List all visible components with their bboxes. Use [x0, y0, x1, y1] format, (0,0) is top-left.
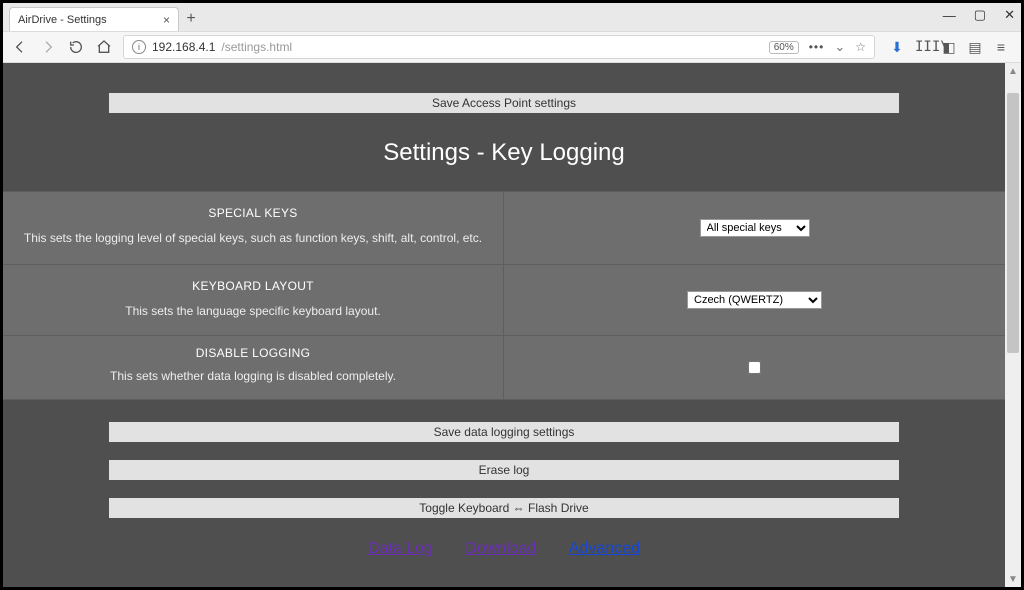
sidebar-icon[interactable]: ◧ — [941, 39, 957, 56]
scroll-up-icon[interactable]: ▲ — [1005, 63, 1021, 79]
save-logging-button[interactable]: Save data logging settings — [109, 422, 899, 442]
disable-desc: This sets whether data logging is disabl… — [23, 368, 483, 384]
link-download[interactable]: Download — [465, 540, 536, 557]
link-data-log[interactable]: Data Log — [368, 540, 433, 557]
download-icon[interactable]: ⬇ — [889, 39, 905, 56]
window-controls: — ▢ ✕ — [943, 7, 1015, 23]
reload-button[interactable] — [67, 38, 85, 56]
tab-title: AirDrive - Settings — [18, 14, 107, 26]
row-special-keys: SPECIAL KEYS This sets the logging level… — [3, 191, 1005, 264]
row-keyboard-layout: KEYBOARD LAYOUT This sets the language s… — [3, 264, 1005, 335]
save-access-point-button[interactable]: Save Access Point settings — [109, 93, 899, 113]
page-actions-icon[interactable]: ••• — [809, 40, 825, 54]
special-keys-header: SPECIAL KEYS — [23, 206, 483, 220]
zoom-level[interactable]: 60% — [769, 41, 799, 54]
scrollbar-thumb[interactable] — [1007, 93, 1019, 353]
pocket-icon[interactable]: ⌄ — [834, 39, 845, 55]
layout-desc: This sets the language specific keyboard… — [23, 303, 483, 319]
link-advanced[interactable]: Advanced — [569, 540, 640, 557]
bookmark-icon[interactable]: ☆ — [855, 40, 866, 54]
disable-logging-checkbox[interactable] — [748, 361, 761, 374]
site-info-icon[interactable]: i — [132, 40, 146, 54]
keyboard-layout-select[interactable]: Czech (QWERTZ) — [687, 291, 822, 309]
close-tab-icon[interactable]: × — [163, 13, 170, 27]
toggle-keyboard-button[interactable]: Toggle Keyboard ⇔ Flash Drive — [109, 498, 899, 518]
home-button[interactable] — [95, 38, 113, 56]
special-keys-select[interactable]: All special keys — [700, 219, 810, 237]
maximize-icon[interactable]: ▢ — [974, 7, 986, 23]
row-disable-logging: DISABLE LOGGING This sets whether data l… — [3, 335, 1005, 399]
tab-strip: AirDrive - Settings × + — ▢ ✕ — [3, 3, 1021, 31]
browser-tab[interactable]: AirDrive - Settings × — [9, 7, 179, 31]
close-window-icon[interactable]: ✕ — [1004, 7, 1015, 23]
page-viewport: ▲ ▼ Save Access Point settings Settings … — [3, 63, 1021, 587]
nav-bar: i 192.168.4.1/settings.html 60% ••• ⌄ ☆ … — [3, 31, 1021, 63]
layout-header: KEYBOARD LAYOUT — [23, 279, 483, 293]
minimize-icon[interactable]: — — [943, 8, 956, 23]
disable-header: DISABLE LOGGING — [23, 346, 483, 360]
reader-icon[interactable]: ▤ — [967, 39, 983, 56]
forward-button[interactable] — [39, 38, 57, 56]
back-button[interactable] — [11, 38, 29, 56]
scrollbar[interactable]: ▲ ▼ — [1005, 63, 1021, 587]
toolbar-right: ⬇ III\ ◧ ▤ ≡ — [885, 39, 1013, 56]
settings-table: SPECIAL KEYS This sets the logging level… — [3, 191, 1005, 400]
page-title: Settings - Key Logging — [3, 139, 1005, 167]
menu-icon[interactable]: ≡ — [993, 39, 1009, 55]
special-keys-desc: This sets the logging level of special k… — [23, 230, 483, 246]
footer-links: Data Log Download Advanced — [3, 540, 1005, 558]
new-tab-button[interactable]: + — [179, 7, 203, 31]
library-icon[interactable]: III\ — [915, 39, 931, 55]
scroll-down-icon[interactable]: ▼ — [1005, 571, 1021, 587]
erase-log-button[interactable]: Erase log — [109, 460, 899, 480]
url-path: /settings.html — [221, 40, 292, 54]
address-bar[interactable]: i 192.168.4.1/settings.html 60% ••• ⌄ ☆ — [123, 35, 875, 59]
url-domain: 192.168.4.1 — [152, 40, 215, 54]
